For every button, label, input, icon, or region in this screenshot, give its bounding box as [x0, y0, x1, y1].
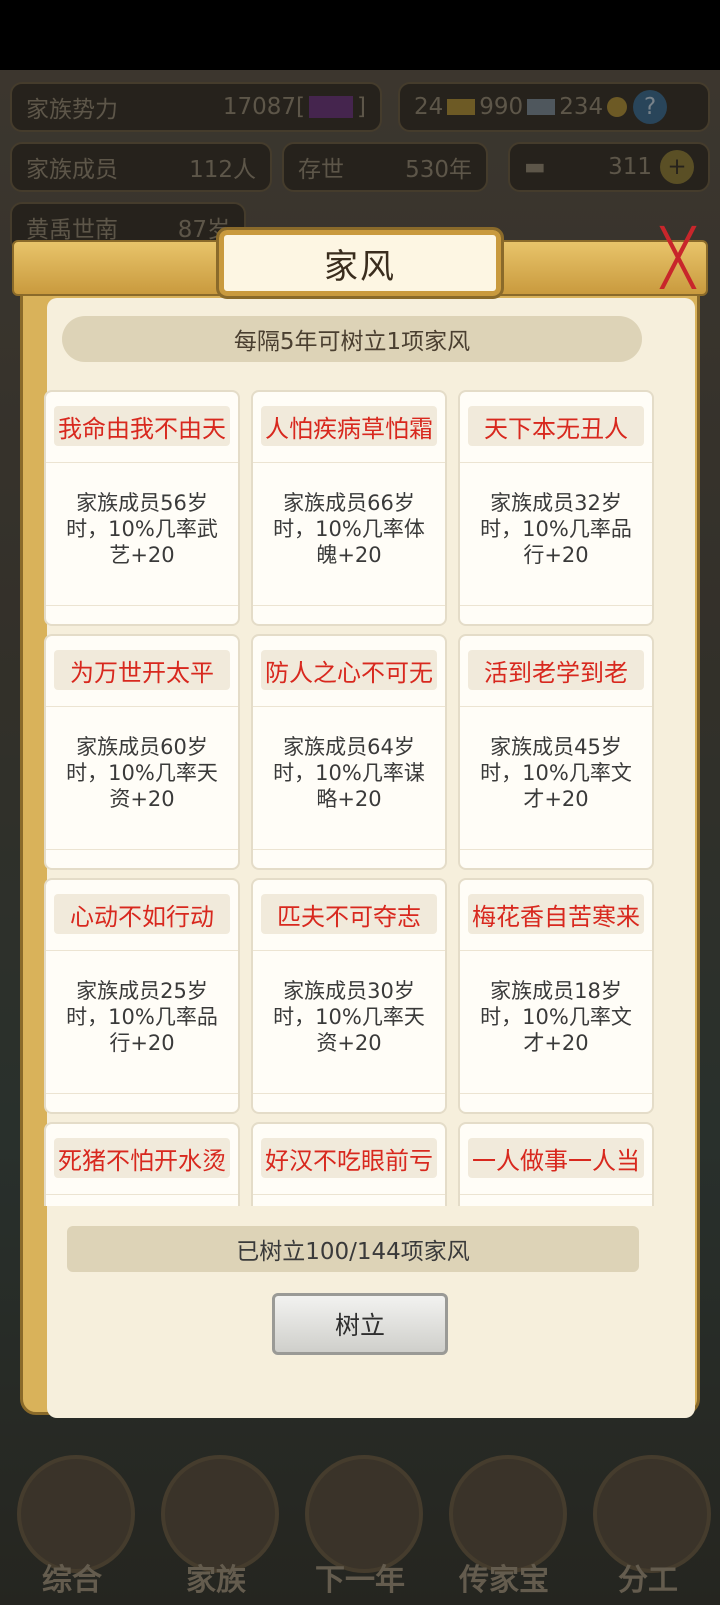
motto-name: 一人做事一人当: [468, 1138, 644, 1178]
motto-name: 防人之心不可无: [261, 650, 437, 690]
card-divider: [460, 605, 652, 606]
card-divider: [253, 706, 445, 707]
card-divider: [46, 849, 238, 850]
motto-list[interactable]: 我命由我不由天 家族成员56岁时，10%几率武艺+20 人怕疾病草怕霜 家族成员66岁…: [44, 390, 664, 1206]
card-divider: [46, 605, 238, 606]
motto-effect: 家族成员60岁时，10%几率天资+20: [66, 735, 218, 811]
card-divider: [253, 849, 445, 850]
motto-card[interactable]: 人怕疾病草怕霜家族成员66岁时，10%几率体魄+20: [251, 390, 447, 626]
card-divider: [253, 950, 445, 951]
card-divider: [46, 706, 238, 707]
motto-effect: 家族成员66岁时，10%几率体魄+20: [273, 491, 425, 567]
card-divider: [253, 1093, 445, 1094]
establish-button[interactable]: 树立: [272, 1293, 448, 1355]
card-divider: [253, 462, 445, 463]
motto-name: 为万世开太平: [54, 650, 230, 690]
motto-card[interactable]: 好汉不吃眼前亏: [251, 1122, 447, 1206]
card-divider: [460, 1093, 652, 1094]
card-divider: [460, 706, 652, 707]
motto-effect: 家族成员56岁时，10%几率武艺+20: [66, 491, 218, 567]
dialog-title: 家风: [216, 227, 504, 299]
card-divider: [460, 950, 652, 951]
motto-name: 天下本无丑人: [468, 406, 644, 446]
close-button[interactable]: ╳: [648, 222, 708, 292]
motto-card[interactable]: 防人之心不可无家族成员64岁时，10%几率谋略+20: [251, 634, 447, 870]
motto-name: 匹夫不可夺志: [261, 894, 437, 934]
motto-name: 心动不如行动: [54, 894, 230, 934]
motto-name: 我命由我不由天: [54, 406, 230, 446]
card-divider: [460, 1194, 652, 1195]
card-divider: [46, 1093, 238, 1094]
motto-effect: 家族成员30岁时，10%几率天资+20: [273, 979, 425, 1055]
established-count: 已树立100/144项家风: [67, 1226, 639, 1272]
motto-effect: 家族成员32岁时，10%几率品行+20: [480, 491, 632, 567]
motto-card[interactable]: 一人做事一人当: [458, 1122, 654, 1206]
motto-name: 死猪不怕开水烫: [54, 1138, 230, 1178]
motto-name: 好汉不吃眼前亏: [261, 1138, 437, 1178]
motto-card[interactable]: 我命由我不由天家族成员56岁时，10%几率武艺+20: [44, 390, 240, 626]
motto-card[interactable]: 死猪不怕开水烫: [44, 1122, 240, 1206]
card-divider: [460, 849, 652, 850]
motto-name: 梅花香自苦寒来: [468, 894, 644, 934]
motto-card[interactable]: 为万世开太平家族成员60岁时，10%几率天资+20: [44, 634, 240, 870]
motto-name: 活到老学到老: [468, 650, 644, 690]
motto-effect: 家族成员64岁时，10%几率谋略+20: [273, 735, 425, 811]
card-divider: [460, 462, 652, 463]
card-divider: [253, 605, 445, 606]
motto-effect: 家族成员18岁时，10%几率文才+20: [480, 979, 632, 1055]
motto-card[interactable]: 梅花香自苦寒来家族成员18岁时，10%几率文才+20: [458, 878, 654, 1114]
card-divider: [46, 950, 238, 951]
motto-card[interactable]: 心动不如行动家族成员25岁时，10%几率品行+20: [44, 878, 240, 1114]
motto-effect: 家族成员45岁时，10%几率文才+20: [480, 735, 632, 811]
card-divider: [253, 1194, 445, 1195]
card-divider: [46, 1194, 238, 1195]
interval-hint: 每隔5年可树立1项家风: [62, 316, 642, 362]
card-divider: [46, 462, 238, 463]
motto-card[interactable]: 天下本无丑人家族成员32岁时，10%几率品行+20: [458, 390, 654, 626]
motto-card[interactable]: 活到老学到老家族成员45岁时，10%几率文才+20: [458, 634, 654, 870]
motto-name: 人怕疾病草怕霜: [261, 406, 437, 446]
motto-grid: 我命由我不由天 家族成员56岁时，10%几率武艺+20 人怕疾病草怕霜 家族成员66岁…: [44, 390, 654, 1206]
motto-effect: 家族成员25岁时，10%几率品行+20: [66, 979, 218, 1055]
motto-card[interactable]: 匹夫不可夺志家族成员30岁时，10%几率天资+20: [251, 878, 447, 1114]
